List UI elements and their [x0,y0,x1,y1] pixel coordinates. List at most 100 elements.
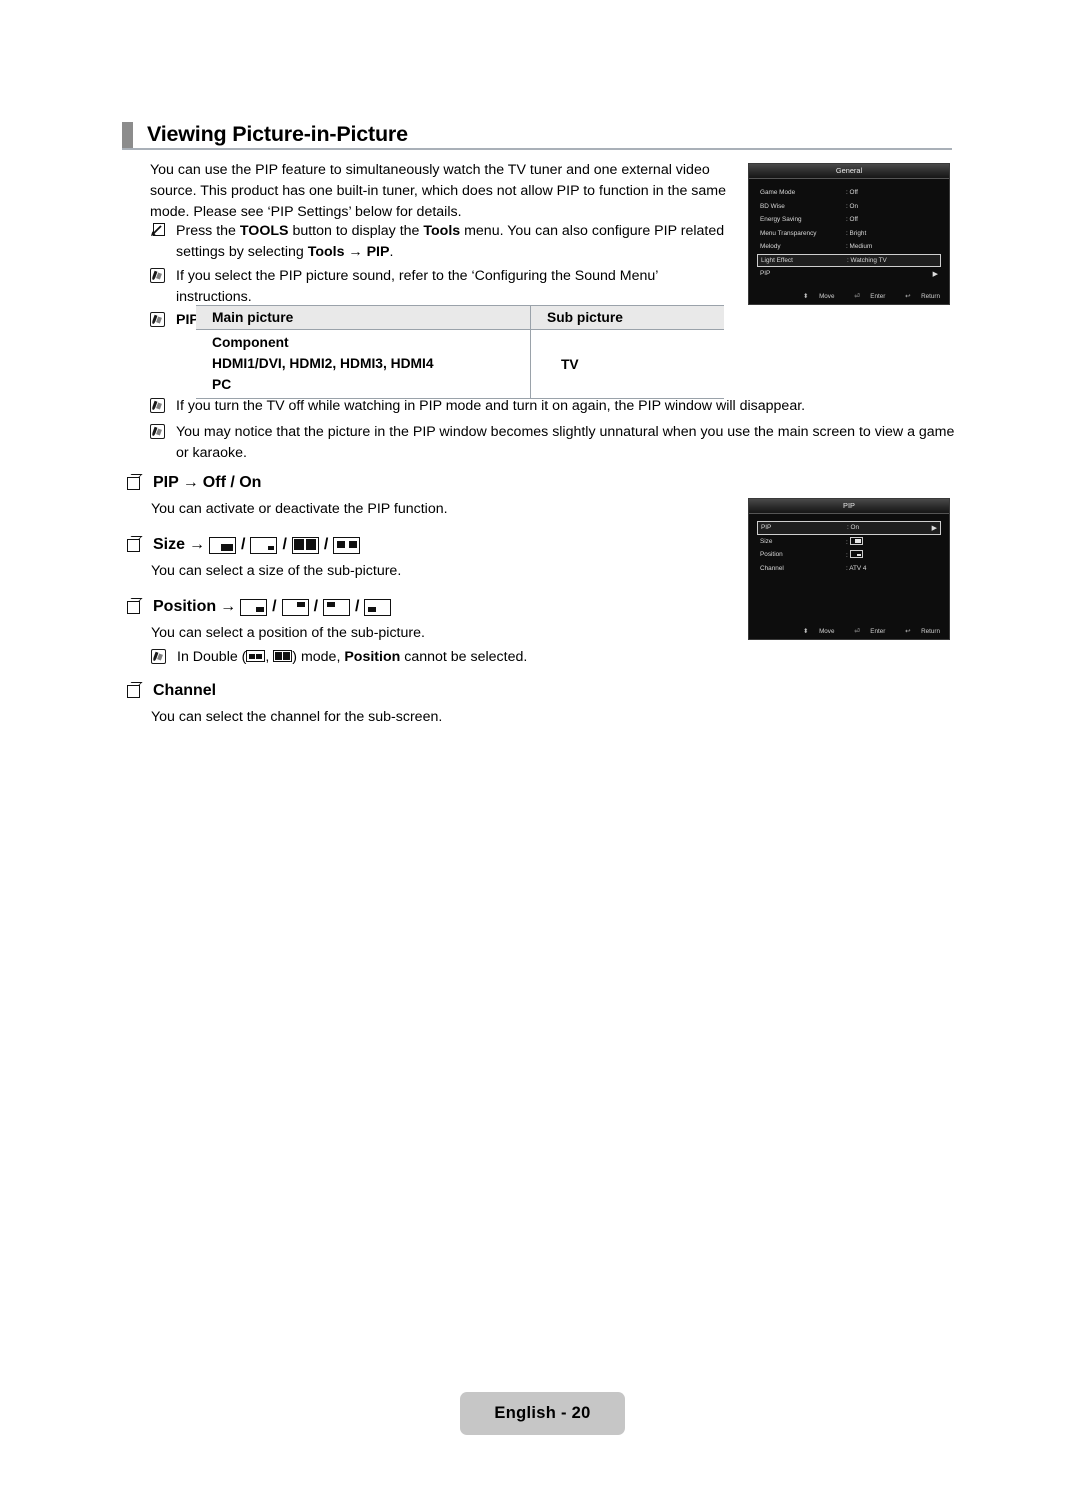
osd-row-channel[interactable]: Channel : ATV 4 [757,562,941,576]
osd-row-value: : Medium [846,243,873,251]
page-title: Viewing Picture-in-Picture [147,122,408,147]
osd-row-melody[interactable]: Melody : Medium [757,240,941,254]
osd-general-hint-bar: ⬍ Move ⏎ Enter ↩ Return [749,293,949,300]
osd-row-value: : [846,536,938,546]
position-top-left-icon [323,598,351,616]
note-unnatural-picture-text: You may notice that the picture in the P… [176,424,955,461]
section-position-arrow: → [220,598,237,615]
osd-row-label: Position [760,551,783,559]
return-icon: ↩ [905,628,911,635]
note-pencil-icon [150,396,170,418]
osd-row-value: : ATV 4 [846,564,867,572]
bullet-square-icon [127,476,140,490]
osd-hint-move: ⬍ Move [803,628,835,635]
table-cell-main-sources: Component HDMI1/DVI, HDMI2, HDMI3, HDMI4… [196,329,531,399]
chevron-right-icon: ▶ [931,524,937,532]
page-title-row: Viewing Picture-in-Picture [122,118,952,152]
osd-row-value: : Watching TV [847,256,887,264]
pip-settings-table: Main picture Sub picture Component HDMI1… [196,305,724,399]
osd-row-pip-toggle[interactable]: PIP : On ▶ [757,521,941,535]
osd-row-label: Energy Saving [760,216,802,224]
osd-row-label: Melody [760,243,781,251]
note-tools-shortcut: Press the TOOLS button to display the To… [150,221,735,262]
main-source-3: PC [212,377,232,392]
osd-row-label: Size [760,537,773,545]
osd-hint-move: ⬍ Move [803,293,835,300]
section-pip: PIP → Off / On You can activate or deact… [127,474,448,519]
title-accent-bar [122,121,133,149]
position-bottom-right-icon [240,598,268,616]
post-table-notes-list: If you turn the TV off while watching in… [150,396,955,465]
double-small-icon [246,650,266,662]
note-pencil-icon [150,422,170,444]
osd-row-label: Menu Transparency [760,229,817,237]
note-tv-off: If you turn the TV off while watching in… [150,396,955,418]
separator: / [313,598,319,615]
tools-shortcut-icon [150,221,170,242]
osd-row-label: PIP [760,270,771,278]
osd-row-pip[interactable]: PIP ▶ [757,267,941,281]
section-size-description: You can select a size of the sub-picture… [151,563,402,579]
osd-hint-enter: ⏎ Enter [854,293,886,300]
osd-row-menu-transparency[interactable]: Menu Transparency : Bright [757,227,941,241]
separator: / [282,536,287,553]
osd-hint-enter: ⏎ Enter [854,628,886,635]
osd-row-label: PIP [761,524,772,532]
osd-row-value: : Bright [846,229,867,237]
note-pip-sound: If you select the PIP picture sound, ref… [150,266,735,307]
size-large-sub-icon [849,536,863,545]
osd-row-value: : On [846,202,859,210]
osd-row-game-mode[interactable]: Game Mode : Off [757,186,941,200]
position-bottom-left-icon [364,598,392,616]
position-bottom-right-icon [849,550,863,559]
osd-pip-menu: PIP PIP : On ▶ Size : Position : Channel… [748,498,950,640]
title-divider [122,148,952,150]
size-double-wide-icon [291,536,319,554]
size-small-sub-icon [250,536,278,554]
table-header-sub-picture: Sub picture [530,305,724,330]
section-size: Size → / / / You can select a size of th… [127,536,401,581]
osd-row-value: : On [847,524,860,532]
note-double-mode-text: In Double (, ) mode, Position cannot be … [177,649,528,665]
separator: / [272,598,277,615]
section-position-description: You can select a position of the sub-pic… [151,625,425,641]
table-header-row: Main picture Sub picture [196,305,724,330]
osd-row-bd-wise[interactable]: BD Wise : On [757,200,941,214]
osd-row-label: Game Mode [760,189,796,197]
osd-pip-title: PIP [749,499,949,514]
section-position: Position → / / / You can select a positi… [127,598,527,671]
note-pencil-icon [151,647,171,669]
return-icon: ↩ [905,293,911,300]
note-unnatural-picture: You may notice that the picture in the P… [150,422,955,463]
section-size-title: Size [153,536,186,553]
osd-general-rows: Game Mode : Off BD Wise : On Energy Savi… [749,179,949,281]
intro-paragraph: You can use the PIP feature to simultane… [150,162,726,220]
page-footer-badge: English - 20 [460,1392,625,1435]
osd-row-energy-saving[interactable]: Energy Saving : Off [757,213,941,227]
note-double-mode: In Double (, ) mode, Position cannot be … [151,647,527,669]
enter-icon: ⏎ [854,628,860,635]
bullet-square-icon [127,684,140,698]
main-source-1: Component [212,335,289,350]
section-pip-title: PIP [153,474,179,491]
osd-row-position[interactable]: Position : [757,548,941,562]
osd-row-value: : Off [846,216,858,224]
main-source-2: HDMI1/DVI, HDMI2, HDMI3, HDMI4 [212,356,434,371]
section-channel-heading: Channel [127,682,442,700]
section-pip-options: Off / On [202,474,262,491]
osd-row-size[interactable]: Size : [757,535,941,549]
move-icon: ⬍ [803,628,809,635]
osd-pip-rows: PIP : On ▶ Size : Position : Channel : A… [749,514,949,575]
separator: / [241,536,246,553]
separator: / [355,598,360,615]
osd-row-label: BD Wise [760,202,785,210]
osd-row-light-effect[interactable]: Light Effect : Watching TV [757,253,941,267]
osd-hint-return: ↩ Return [905,293,940,300]
section-position-heading: Position → / / / [127,598,527,616]
double-wide-icon [273,650,293,662]
bullet-square-icon [127,538,140,552]
size-double-small-icon [333,536,361,554]
position-top-right-icon [281,598,309,616]
osd-general-menu: General Game Mode : Off BD Wise : On Ene… [748,163,950,305]
section-pip-arrow: → [182,474,199,491]
